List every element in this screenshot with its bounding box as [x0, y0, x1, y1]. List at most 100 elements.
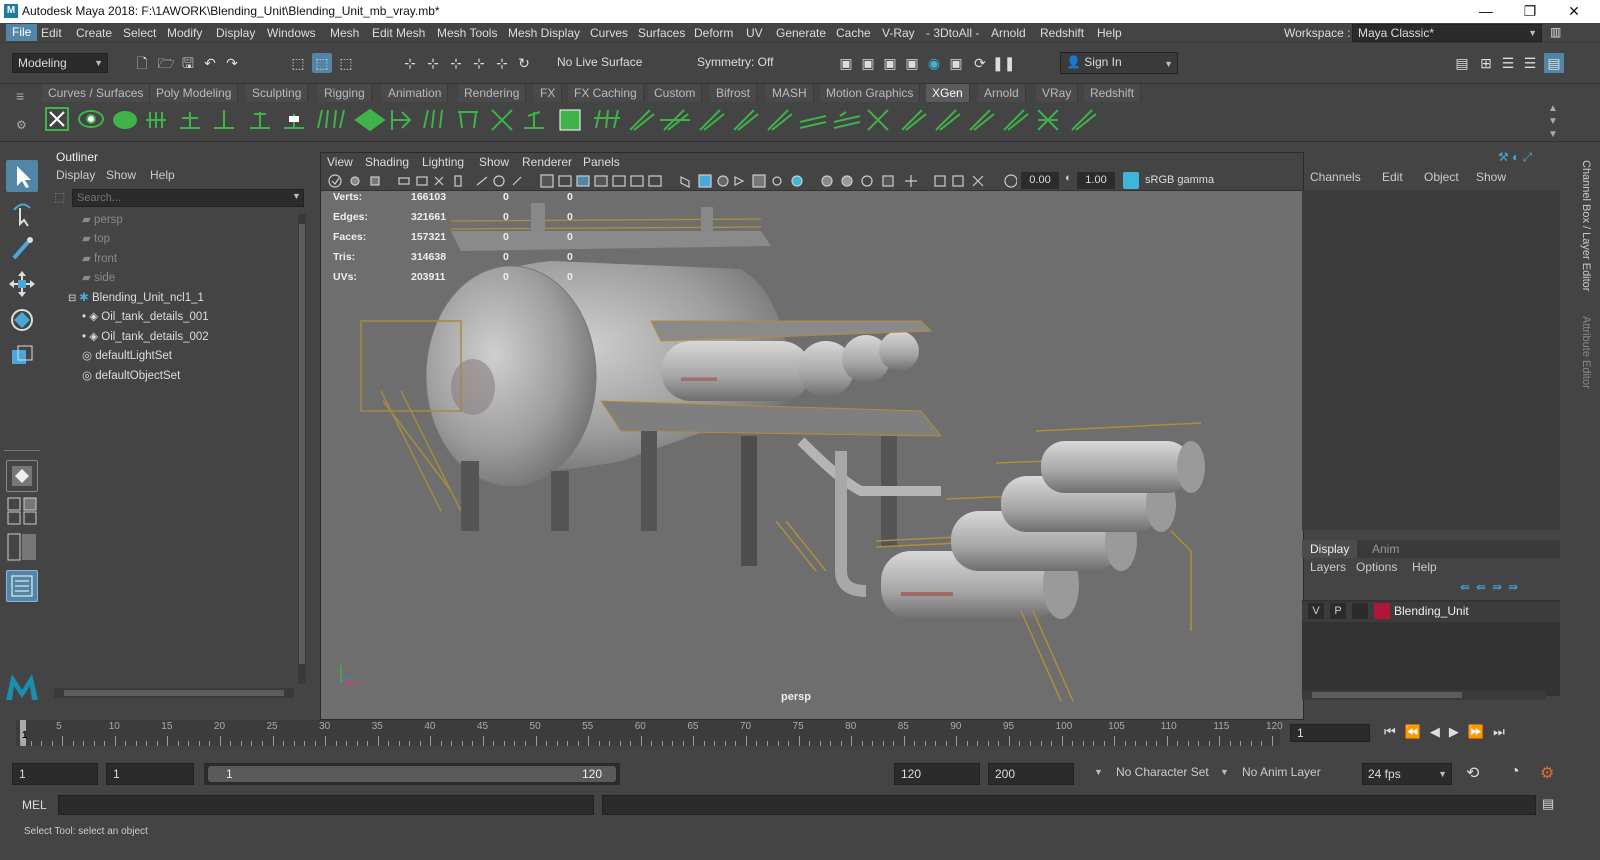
anim-prefs-icon[interactable]: ⚙: [1540, 763, 1554, 783]
anim-layer-dropdown[interactable]: No Anim Layer: [1242, 765, 1321, 779]
outliner-menu-display[interactable]: Display: [56, 168, 95, 182]
tab-rendering[interactable]: Rendering: [458, 84, 527, 102]
filter-icon[interactable]: ⬚: [54, 190, 65, 204]
playback-start-field[interactable]: 1: [106, 763, 194, 785]
lasso-tool-icon[interactable]: [6, 196, 38, 228]
layer-menu-layers[interactable]: Layers: [1310, 560, 1346, 574]
exposure-field[interactable]: 0.00: [1021, 172, 1059, 189]
chevron-down-icon[interactable]: ▼: [1220, 767, 1229, 777]
tab-sculpting[interactable]: Sculpting: [246, 84, 309, 102]
menu-generate[interactable]: Generate: [776, 26, 826, 40]
shelf-menu-icon[interactable]: ≡: [16, 88, 24, 104]
tab-vray[interactable]: VRay: [1036, 84, 1079, 102]
menu-vray[interactable]: V-Ray: [882, 26, 915, 40]
layer-visibility-toggle[interactable]: V: [1308, 603, 1324, 619]
layer-type-toggle[interactable]: [1352, 603, 1368, 619]
snap-view-plane-icon[interactable]: ⊹: [469, 53, 489, 73]
tab-mash[interactable]: MASH: [766, 84, 814, 102]
auto-key-icon[interactable]: ◔: [1510, 763, 1520, 781]
layer-menu-options[interactable]: Options: [1356, 560, 1397, 574]
menu-display[interactable]: Display: [216, 26, 255, 40]
outliner-horizontal-scrollbar[interactable]: [54, 688, 294, 698]
playback-controls[interactable]: ⏮⏪◀▶⏩⏭: [1384, 724, 1514, 740]
menu-modify[interactable]: Modify: [167, 26, 202, 40]
character-set-dropdown[interactable]: No Character Set: [1116, 765, 1209, 779]
snap-point-icon[interactable]: ⊹: [446, 53, 466, 73]
menu-edit-mesh[interactable]: Edit Mesh: [372, 26, 425, 40]
tab-bifrost[interactable]: Bifrost: [710, 84, 758, 102]
menu-mesh-tools[interactable]: Mesh Tools: [437, 26, 497, 40]
layer-editor-icon[interactable]: ▤: [1544, 53, 1564, 73]
tab-curves-surfaces[interactable]: Curves / Surfaces: [42, 84, 151, 102]
menu-cache[interactable]: Cache: [836, 26, 871, 40]
maximize-button[interactable]: ❐: [1508, 0, 1552, 23]
vp-menu-view[interactable]: View: [327, 155, 353, 169]
tab-motion-graphics[interactable]: Motion Graphics: [820, 84, 921, 102]
snap-curve-icon[interactable]: ⊹: [423, 53, 443, 73]
vp-menu-lighting[interactable]: Lighting: [422, 155, 464, 169]
time-slider-track[interactable]: 1 5 10 15 20 25 30 35 40 45 50 55 60 65 70 75 80 85 90 95 1…: [16, 720, 1283, 746]
paint-select-tool-icon[interactable]: [6, 232, 38, 264]
outliner-menu-show[interactable]: Show: [106, 168, 136, 182]
scale-tool-icon[interactable]: [6, 340, 38, 372]
chevron-down-icon[interactable]: ▼: [1094, 767, 1103, 777]
menu-help[interactable]: Help: [1097, 26, 1122, 40]
vray-ipr-icon[interactable]: ⟳: [970, 53, 990, 73]
menu-set-dropdown[interactable]: Modeling ▼: [12, 53, 108, 73]
shelf-scroll-icon[interactable]: ▲ ▼ ▼: [1548, 102, 1558, 141]
start-time-field[interactable]: 1: [12, 763, 98, 785]
snap-rotate-icon[interactable]: ↻: [514, 53, 534, 73]
menu-mesh-display[interactable]: Mesh Display: [508, 26, 580, 40]
perspective-viewport[interactable]: View Shading Lighting Show Renderer Pane…: [320, 152, 1304, 720]
outliner-item-default-object-set[interactable]: ◎ defaultObjectSet: [82, 366, 322, 386]
menu-mesh[interactable]: Mesh: [330, 26, 359, 40]
four-view-layout-icon[interactable]: [6, 496, 38, 526]
workspace-dropdown[interactable]: Maya Classic* ▼: [1352, 24, 1542, 42]
tool-settings-icon[interactable]: ☰: [1498, 53, 1518, 73]
end-time-field[interactable]: 200: [988, 763, 1074, 785]
layer-tab-display[interactable]: Display: [1302, 540, 1358, 558]
live-surface-field[interactable]: No Live Surface: [552, 53, 650, 73]
outliner-item-persp[interactable]: ▰ persp: [82, 210, 322, 230]
select-hierarchy-icon[interactable]: ⬚: [288, 53, 308, 73]
ipr-render-icon[interactable]: ▣: [880, 53, 900, 73]
tab-rigging[interactable]: Rigging: [318, 84, 372, 102]
close-button[interactable]: ✕: [1552, 0, 1596, 23]
chevron-down-icon[interactable]: ▼: [292, 191, 301, 201]
pause-render-icon[interactable]: ❚❚: [992, 53, 1015, 73]
single-perspective-layout-icon[interactable]: [6, 460, 38, 492]
undo-icon[interactable]: ↶: [200, 53, 220, 73]
modeling-toolkit-icon[interactable]: ▤: [1452, 53, 1472, 73]
viewport-toolbar-icons[interactable]: [327, 173, 1017, 189]
minimize-button[interactable]: —: [1464, 0, 1508, 23]
vray-render-icon[interactable]: ▣: [946, 53, 966, 73]
menu-file[interactable]: File: [6, 24, 38, 41]
range-bar[interactable]: 1 120: [204, 763, 620, 785]
tab-xgen[interactable]: XGen: [926, 84, 970, 102]
sign-in-button[interactable]: 👤 Sign In ▼: [1060, 52, 1178, 74]
layer-color-swatch[interactable]: [1374, 603, 1390, 619]
range-handle[interactable]: [208, 766, 616, 782]
outliner-item-front[interactable]: ▰ front: [82, 249, 322, 269]
channels-menu-channels[interactable]: Channels: [1310, 170, 1361, 184]
layer-playback-toggle[interactable]: P: [1330, 603, 1346, 619]
tab-arnold[interactable]: Arnold: [978, 84, 1026, 102]
tab-poly-modeling[interactable]: Poly Modeling: [150, 84, 239, 102]
outliner-search-input[interactable]: [72, 189, 304, 207]
outliner-item-blending-unit[interactable]: ⊟ ✱ Blending_Unit_ncl1_1: [68, 288, 308, 308]
snap-live-icon[interactable]: ⊹: [492, 53, 512, 73]
persp-outliner-layout-icon[interactable]: [6, 532, 38, 562]
tab-fx[interactable]: FX: [534, 84, 563, 102]
channel-box-toggle-icons[interactable]: ⚒ ◐ ⤢: [1498, 150, 1532, 165]
outliner-item-top[interactable]: ▰ top: [82, 229, 322, 249]
menu-3dtoall[interactable]: - 3DtoAll -: [926, 26, 979, 40]
menu-windows[interactable]: Windows: [267, 26, 316, 40]
select-object-icon[interactable]: ⬚: [312, 53, 332, 73]
save-scene-icon[interactable]: 🖫: [178, 53, 198, 73]
new-scene-icon[interactable]: 🗋: [132, 53, 152, 73]
vp-menu-shading[interactable]: Shading: [365, 155, 409, 169]
vp-menu-renderer[interactable]: Renderer: [522, 155, 572, 169]
outliner-item-side[interactable]: ▰ side: [82, 268, 322, 288]
layer-menu-help[interactable]: Help: [1412, 560, 1437, 574]
layer-horizontal-scrollbar[interactable]: [1302, 690, 1546, 700]
